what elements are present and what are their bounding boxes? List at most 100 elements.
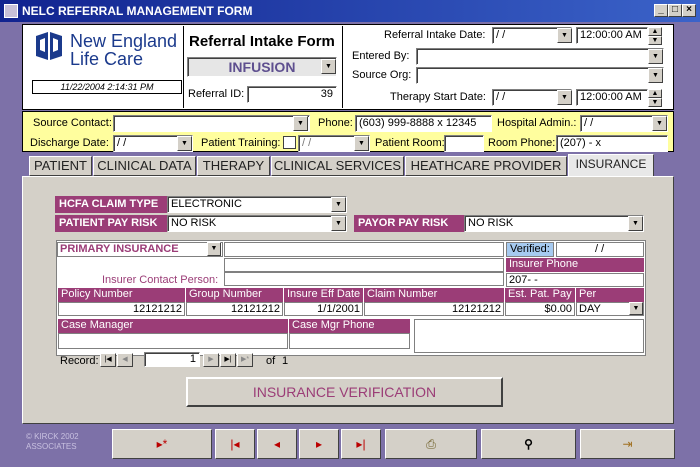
- est-pat-pay-label: Est. Pat. Pay: [505, 288, 575, 302]
- chevron-down-icon[interactable]: ▼: [321, 59, 336, 74]
- insurer-contact-field[interactable]: [224, 272, 504, 286]
- maximize-button[interactable]: □: [668, 4, 682, 17]
- chevron-down-icon[interactable]: ▼: [557, 90, 572, 105]
- first-record-icon[interactable]: |◀: [100, 353, 116, 367]
- chevron-down-icon[interactable]: ▼: [557, 28, 572, 43]
- record-number-field[interactable]: 1: [144, 352, 200, 367]
- room-phone-label: Room Phone:: [488, 137, 556, 149]
- insurance-notes-field[interactable]: [414, 319, 644, 353]
- find-button[interactable]: ⚲: [481, 429, 576, 459]
- source-org-field[interactable]: [416, 67, 664, 84]
- chevron-down-icon[interactable]: ▼: [652, 116, 667, 131]
- claim-number-field[interactable]: 12121212: [364, 302, 504, 316]
- source-contact-field[interactable]: [113, 115, 310, 132]
- primary-insurance-select[interactable]: PRIMARY INSURANCE: [57, 242, 223, 257]
- patient-room-field[interactable]: [444, 135, 484, 152]
- new-record-icon[interactable]: ▶*: [237, 353, 253, 367]
- chevron-down-icon[interactable]: ▼: [354, 136, 369, 151]
- case-mgr-phone-label: Case Mgr Phone: [289, 319, 410, 333]
- previous-record-button[interactable]: ◂: [257, 429, 297, 459]
- policy-number-field[interactable]: 12121212: [58, 302, 185, 316]
- est-pat-pay-field[interactable]: $0.00: [505, 302, 575, 316]
- prev-record-icon[interactable]: ◀: [117, 353, 133, 367]
- insure-eff-date-label: Insure Eff Date: [284, 288, 363, 302]
- spin-up-icon[interactable]: ▲: [648, 89, 662, 98]
- first-record-icon: |◂: [230, 437, 240, 451]
- form-title: Referral Intake Form: [189, 33, 335, 50]
- tab-clinical-data[interactable]: CLINICAL DATA: [93, 156, 196, 176]
- tab-insurance[interactable]: INSURANCE: [568, 154, 654, 176]
- insurer-phone-field[interactable]: 207- -: [506, 273, 644, 287]
- print-button[interactable]: ⎙: [385, 429, 477, 459]
- copyright-line-1: © KIRCK 2002: [26, 432, 79, 441]
- close-button[interactable]: ×: [682, 4, 696, 17]
- minimize-button[interactable]: _: [654, 4, 668, 17]
- therapy-start-time-field[interactable]: 12:00:00 AM: [576, 89, 648, 106]
- patient-training-checkbox[interactable]: [283, 136, 296, 149]
- patient-training-label: Patient Training:: [201, 137, 281, 149]
- insurer-address-field[interactable]: [224, 258, 504, 272]
- insure-eff-date-field[interactable]: 1/1/2001: [284, 302, 363, 316]
- patient-pay-select[interactable]: NO RISK: [167, 215, 347, 232]
- referral-id-label: Referral ID:: [188, 88, 245, 100]
- referral-id-field[interactable]: 39: [247, 86, 337, 103]
- group-number-field[interactable]: 12121212: [186, 302, 283, 316]
- insurer-contact-label: Insurer Contact Person:: [102, 274, 219, 286]
- chevron-down-icon[interactable]: ▼: [331, 216, 346, 231]
- insurer-phone-label: Insurer Phone: [506, 258, 644, 272]
- entered-by-field[interactable]: [416, 48, 664, 65]
- exit-button[interactable]: ⇥: [580, 429, 675, 459]
- spin-down-icon[interactable]: ▼: [648, 36, 662, 45]
- record-label: Record:: [60, 355, 99, 367]
- next-record-icon[interactable]: ▶: [203, 353, 219, 367]
- chevron-down-icon[interactable]: ▼: [207, 242, 221, 256]
- spin-up-icon[interactable]: ▲: [648, 27, 662, 36]
- tab-clinical-services[interactable]: CLINICAL SERVICES: [271, 156, 404, 176]
- source-contact-label: Source Contact:: [33, 117, 112, 129]
- case-mgr-phone-field[interactable]: [289, 333, 410, 349]
- tab-healthcare-provider[interactable]: HEATHCARE PROVIDER: [405, 156, 567, 176]
- insurer-name-field[interactable]: [224, 242, 504, 257]
- nelc-logo-icon: [32, 30, 66, 64]
- chevron-down-icon[interactable]: ▼: [177, 136, 192, 151]
- policy-number-label: Policy Number: [58, 288, 185, 302]
- new-record-button[interactable]: ▸*: [112, 429, 212, 459]
- payor-pay-label: PAYOR PAY RISK: [354, 215, 464, 232]
- case-manager-field[interactable]: [58, 333, 288, 349]
- record-of-label: of: [266, 355, 276, 367]
- chevron-down-icon[interactable]: ▼: [648, 68, 663, 83]
- app-icon[interactable]: [4, 4, 18, 18]
- phone-field[interactable]: (603) 999-8888 x 12345: [355, 115, 492, 132]
- room-phone-field[interactable]: (207) - x: [556, 135, 668, 152]
- chevron-down-icon[interactable]: ▼: [293, 116, 308, 131]
- chevron-down-icon[interactable]: ▼: [648, 49, 663, 64]
- tab-patient[interactable]: PATIENT: [29, 156, 92, 176]
- referral-type-select[interactable]: INFUSION: [187, 57, 337, 77]
- verified-date-field[interactable]: / /: [556, 242, 644, 257]
- record-total: 1: [282, 355, 289, 367]
- copyright-line-2: ASSOCIATES: [26, 442, 77, 451]
- discharge-label: Discharge Date:: [30, 137, 109, 149]
- next-record-button[interactable]: ▸: [299, 429, 339, 459]
- next-icon: ▸: [315, 437, 323, 451]
- therapy-start-label: Therapy Start Date:: [390, 91, 486, 103]
- hospital-admin-label: Hospital Admin.:: [497, 117, 577, 129]
- new-record-icon: ▸*: [156, 437, 168, 451]
- last-record-icon: ▸|: [356, 437, 366, 451]
- intake-time-field[interactable]: 12:00:00 AM: [576, 27, 648, 44]
- spin-down-icon[interactable]: ▼: [648, 98, 662, 107]
- tab-therapy[interactable]: THERAPY: [197, 156, 270, 176]
- hcfa-label: HCFA CLAIM TYPE: [55, 196, 167, 213]
- verified-label: Verified:: [506, 242, 554, 257]
- chevron-down-icon[interactable]: ▼: [628, 216, 643, 231]
- last-record-button[interactable]: ▸|: [341, 429, 381, 459]
- per-label: Per: [576, 288, 644, 302]
- chevron-down-icon[interactable]: ▼: [331, 197, 346, 212]
- chevron-down-icon[interactable]: ▼: [629, 302, 643, 315]
- insurance-verification-button[interactable]: INSURANCE VERIFICATION: [186, 377, 503, 407]
- payor-pay-select[interactable]: NO RISK: [464, 215, 644, 232]
- hcfa-select[interactable]: ELECTRONIC: [167, 196, 347, 213]
- last-record-icon[interactable]: ▶|: [220, 353, 236, 367]
- first-record-button[interactable]: |◂: [215, 429, 255, 459]
- exit-door-icon: ⇥: [622, 437, 633, 451]
